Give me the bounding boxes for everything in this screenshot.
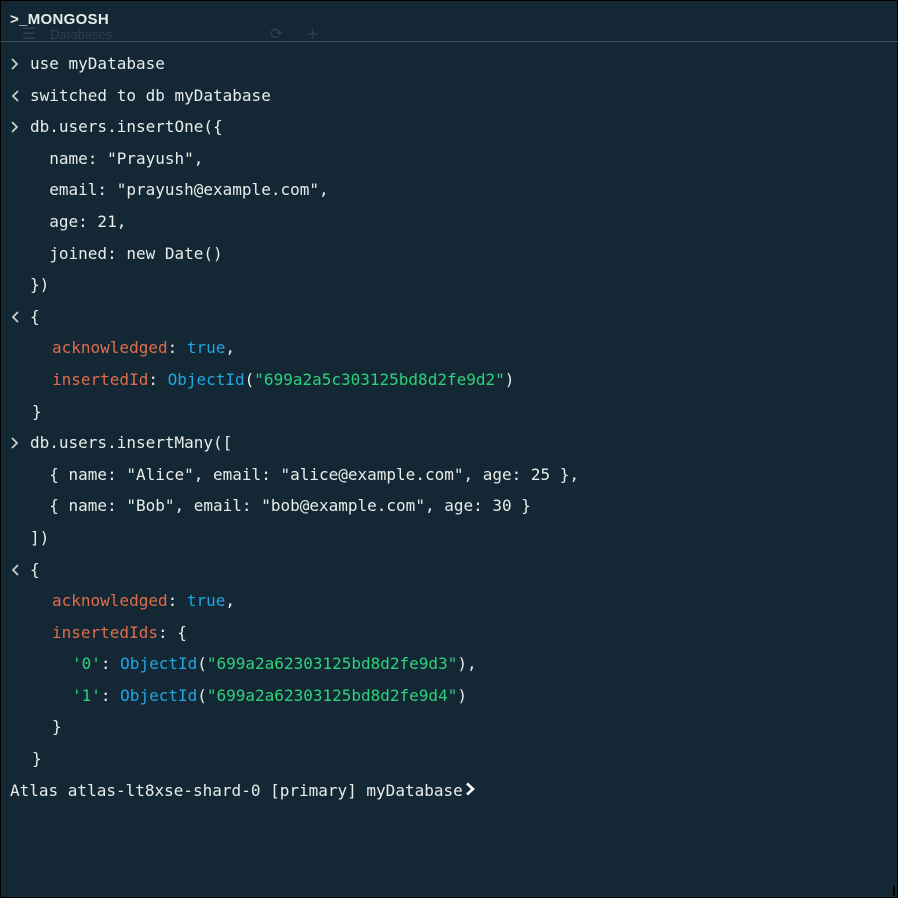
output-line: acknowledged: true, <box>0 332 898 364</box>
result-value: true <box>186 338 226 358</box>
result-separator: : <box>148 369 168 389</box>
result-punct: ) <box>457 685 467 705</box>
chevron-left-icon <box>10 80 22 112</box>
output-line: { <box>0 301 898 333</box>
result-punct: ), <box>457 654 477 674</box>
command-text: db.users.insertOne({ <box>30 117 223 137</box>
objectid-fn: ObjectId <box>120 654 198 674</box>
input-line: email: "prayush@example.com", <box>0 174 898 206</box>
input-line: joined: new Date() <box>0 238 898 270</box>
result-punct: : { <box>157 622 187 642</box>
mouse-cursor-icon <box>893 886 895 896</box>
input-line: use myDatabase <box>0 48 898 80</box>
result-punct: ) <box>504 369 515 389</box>
objectid-string: "699a2a5c303125bd8d2fe9d2" <box>254 369 505 389</box>
chevron-right-icon <box>10 48 22 80</box>
input-line: { name: "Alice", email: "alice@example.c… <box>0 459 898 491</box>
input-line: name: "Prayush", <box>0 143 898 175</box>
objectid-fn: ObjectId <box>120 685 198 705</box>
result-separator: : <box>100 654 121 674</box>
output-line: '1': ObjectId("699a2a62303125bd8d2fe9d4"… <box>0 680 898 712</box>
console-output[interactable]: use myDatabase switched to db myDatabase… <box>0 48 898 806</box>
result-key: acknowledged <box>52 591 168 611</box>
result-text: insertedIds: { <box>52 617 187 649</box>
output-line: acknowledged: true, <box>0 585 898 617</box>
input-line: db.users.insertMany([ <box>0 427 898 459</box>
objectid-fn: ObjectId <box>167 369 245 389</box>
result-punct: ( <box>197 685 207 705</box>
result-text: acknowledged: true, <box>52 585 235 617</box>
result-separator: : <box>167 338 187 358</box>
command-text: age: 21, <box>30 211 127 231</box>
ghost-databases-label: Databases <box>50 27 113 42</box>
input-line: }) <box>0 269 898 301</box>
result-key: acknowledged <box>52 338 168 358</box>
shell-prompt[interactable]: Atlas atlas-lt8xse-shard-0 [primary] myD… <box>0 775 898 807</box>
result-text: } <box>32 749 42 769</box>
result-punct: , <box>225 338 236 358</box>
result-key: insertedId <box>52 369 149 389</box>
result-text: { <box>30 559 40 579</box>
command-text: name: "Prayush", <box>30 148 204 168</box>
result-value: true <box>186 591 226 611</box>
shell-header: ☰ Databases ⟳ + >_MONGOSH <box>0 0 898 43</box>
result-text: switched to db myDatabase <box>30 85 271 105</box>
prompt-chevron-icon <box>465 775 476 807</box>
result-text: '1': ObjectId("699a2a62303125bd8d2fe9d4"… <box>72 680 467 712</box>
input-line: { name: "Bob", email: "bob@example.com",… <box>0 490 898 522</box>
output-line: insertedIds: { <box>0 617 898 649</box>
command-text: db.users.insertMany([ <box>30 433 233 453</box>
result-text: { <box>30 306 40 326</box>
result-key: '1' <box>72 685 101 705</box>
output-line: { <box>0 554 898 586</box>
result-separator: : <box>100 685 121 705</box>
refresh-icon: ⟳ <box>270 24 284 43</box>
result-separator: : <box>167 591 187 611</box>
result-text: } <box>32 401 42 421</box>
command-text: }) <box>30 275 50 295</box>
output-line: } <box>0 396 898 428</box>
result-text: '0': ObjectId("699a2a62303125bd8d2fe9d3"… <box>72 648 477 680</box>
output-line: '0': ObjectId("699a2a62303125bd8d2fe9d3"… <box>0 648 898 680</box>
output-line: } <box>0 711 898 743</box>
input-line: age: 21, <box>0 206 898 238</box>
chevron-left-icon <box>10 301 22 333</box>
result-text: acknowledged: true, <box>52 332 235 364</box>
input-line: ]) <box>0 522 898 554</box>
result-text: insertedId: ObjectId("699a2a5c303125bd8d… <box>52 364 514 396</box>
output-line: insertedId: ObjectId("699a2a5c303125bd8d… <box>0 364 898 396</box>
result-punct: , <box>225 591 236 611</box>
input-line: db.users.insertOne({ <box>0 111 898 143</box>
chevron-left-icon <box>10 554 22 586</box>
output-line: } <box>0 743 898 775</box>
result-key: insertedIds <box>52 622 158 642</box>
command-text: { name: "Bob", email: "bob@example.com",… <box>30 496 531 516</box>
chevron-right-icon <box>10 427 22 459</box>
command-text: joined: new Date() <box>30 243 223 263</box>
objectid-string: "699a2a62303125bd8d2fe9d3" <box>206 654 458 674</box>
prompt-text: Atlas atlas-lt8xse-shard-0 [primary] myD… <box>10 780 463 800</box>
result-punct: ( <box>197 654 207 674</box>
chevron-right-icon <box>10 111 22 143</box>
objectid-string: "699a2a62303125bd8d2fe9d4" <box>206 685 458 705</box>
command-text: email: "prayush@example.com", <box>30 180 329 200</box>
result-text: } <box>52 717 62 737</box>
prompt-container: Atlas atlas-lt8xse-shard-0 [primary] myD… <box>10 775 476 807</box>
mongosh-brand: >_MONGOSH <box>10 11 109 28</box>
command-text: { name: "Alice", email: "alice@example.c… <box>30 464 580 484</box>
command-text: ]) <box>30 527 50 547</box>
output-line: switched to db myDatabase <box>0 80 898 112</box>
command-text: use myDatabase <box>30 54 165 73</box>
add-icon: + <box>306 24 320 43</box>
result-key: '0' <box>72 654 101 674</box>
result-punct: ( <box>244 369 255 389</box>
